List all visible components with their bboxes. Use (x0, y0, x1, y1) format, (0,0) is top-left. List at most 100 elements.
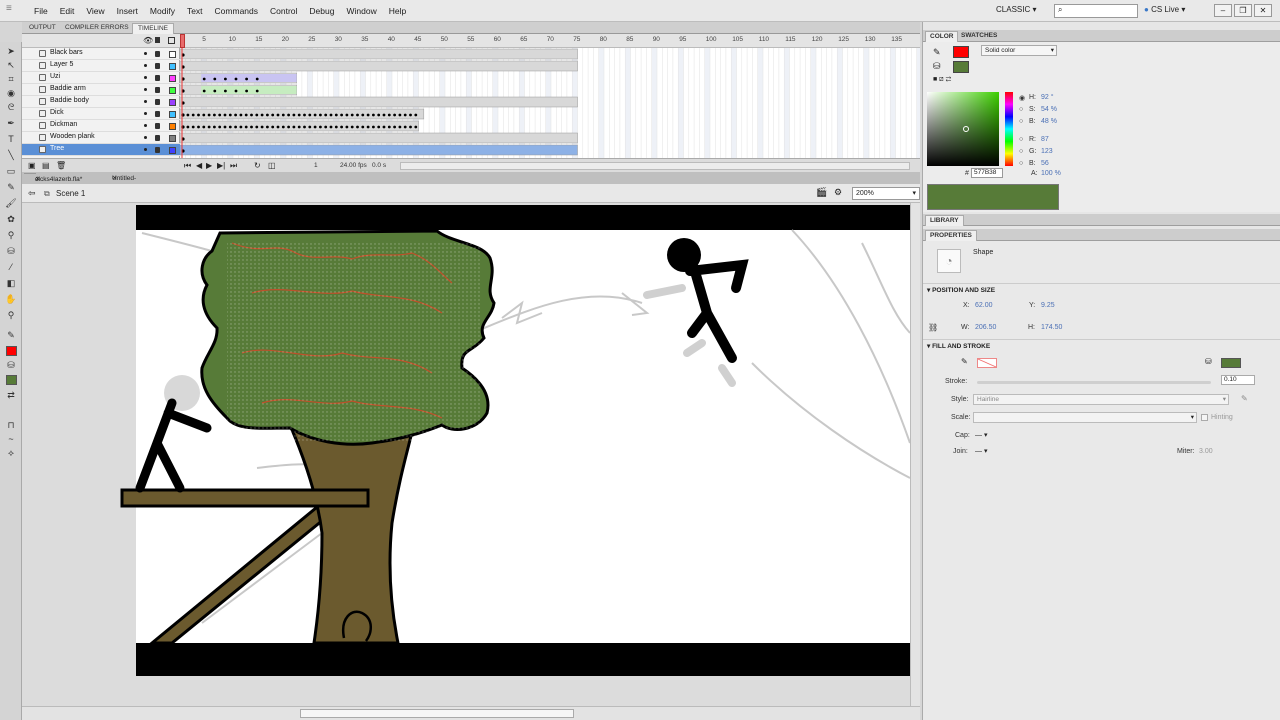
zoom-tool-icon[interactable]: ⚲ (5, 310, 17, 321)
play-icon[interactable]: ▶ (206, 161, 212, 170)
tab-timeline[interactable]: TIMELINE (132, 23, 174, 34)
bone-tool-icon[interactable]: ⚲ (5, 230, 17, 241)
back-arrow-icon[interactable]: ⇦ (28, 188, 36, 199)
stroke-slider[interactable] (977, 381, 1211, 384)
frame-ruler[interactable]: 1510152025303540455055606570758085909510… (180, 34, 920, 48)
cs-live-button[interactable]: ● CS Live ▾ (1144, 5, 1185, 14)
timeline-hscroll[interactable] (400, 162, 910, 170)
scale-select[interactable]: ▾ (973, 412, 1197, 423)
close-button[interactable]: ✕ (1254, 4, 1272, 17)
tab-compiler-errors[interactable]: COMPILER ERRORS (60, 23, 134, 33)
layer-row[interactable]: Baddie body (22, 96, 180, 108)
doc-tab-dicks4lazerb[interactable]: dicks4lazerb.fla* ✕ (24, 173, 82, 183)
loop-icon[interactable]: ↻ (254, 161, 261, 170)
menu-file[interactable]: File (28, 0, 54, 22)
swap-colors-icon[interactable]: ⇄ (5, 390, 17, 401)
stage-canvas[interactable] (22, 203, 920, 706)
height-value[interactable]: 174.50 (1041, 324, 1062, 331)
tab-properties[interactable]: PROPERTIES (925, 230, 977, 241)
outline-color-icon[interactable] (169, 111, 176, 118)
straighten-icon[interactable]: ⟡ (5, 448, 17, 459)
color-type-select[interactable]: Solid color ▾ (981, 45, 1057, 56)
tab-output[interactable]: OUTPUT (24, 23, 61, 33)
menu-text[interactable]: Text (181, 0, 209, 22)
x-value[interactable]: 62.00 (975, 302, 993, 309)
width-value[interactable]: 206.50 (975, 324, 996, 331)
fill-color-swatch[interactable] (6, 375, 17, 385)
fill-bucket-icon[interactable]: ⛁ (933, 61, 941, 72)
visibility-dot-icon[interactable] (144, 52, 147, 55)
layer-row[interactable]: Uzi (22, 72, 180, 84)
tab-swatches[interactable]: SWATCHES (957, 31, 1001, 41)
new-folder-icon[interactable]: ▤ (42, 161, 50, 170)
tab-color[interactable]: COLOR (925, 31, 959, 42)
layer-name[interactable]: Tree (50, 145, 64, 152)
lasso-tool-icon[interactable]: ᘓ (5, 102, 17, 113)
menu-help[interactable]: Help (383, 0, 412, 22)
menu-modify[interactable]: Modify (144, 0, 181, 22)
outline-color-icon[interactable] (169, 123, 176, 130)
workspace-switcher[interactable]: CLASSIC ▾ (996, 5, 1036, 14)
eraser-tool-icon[interactable]: ◧ (5, 278, 17, 289)
new-layer-icon[interactable]: ▣ (28, 161, 36, 170)
3d-rotation-tool-icon[interactable]: ◉ (5, 88, 17, 99)
stroke-input[interactable]: 0.10 (1221, 375, 1255, 385)
green-value[interactable]: 123 (1041, 148, 1053, 155)
lock-icon[interactable] (155, 99, 160, 105)
lock-icon[interactable] (155, 135, 160, 141)
menu-edit[interactable]: Edit (54, 0, 81, 22)
color-picker-cursor[interactable] (963, 126, 969, 132)
frame-grid[interactable] (179, 48, 923, 158)
menu-commands[interactable]: Commands (209, 0, 264, 22)
lock-icon[interactable] (155, 87, 160, 93)
outline-color-icon[interactable] (169, 75, 176, 82)
outline-color-icon[interactable] (169, 51, 176, 58)
hscroll-thumb[interactable] (300, 709, 574, 718)
join-select[interactable]: — ▾ (975, 447, 987, 455)
delete-layer-icon[interactable]: 🗑 (56, 161, 66, 170)
menu-view[interactable]: View (80, 0, 110, 22)
cap-select[interactable]: — ▾ (975, 431, 987, 439)
swap-default-icons[interactable]: ■ ⧄ ⇄ (933, 76, 951, 84)
visibility-dot-icon[interactable] (144, 112, 147, 115)
deco-tool-icon[interactable]: ✿ (5, 214, 17, 225)
layer-row[interactable]: Baddie arm (22, 84, 180, 96)
visibility-dot-icon[interactable] (144, 64, 147, 67)
text-tool-icon[interactable]: T (5, 134, 17, 145)
search-input[interactable]: ⌕ (1054, 4, 1138, 18)
alpha-value[interactable]: 100 % (1041, 170, 1061, 177)
miter-value[interactable]: 3.00 (1199, 448, 1213, 455)
layer-row[interactable]: Black bars (22, 48, 180, 60)
brush-tool-icon[interactable]: 🖌 (5, 198, 17, 209)
menu-window[interactable]: Window (340, 0, 382, 22)
hue-slider[interactable] (1005, 92, 1013, 166)
stroke-color-swatch[interactable] (977, 358, 997, 368)
menu-control[interactable]: Control (264, 0, 303, 22)
visibility-dot-icon[interactable] (144, 100, 147, 103)
layer-name[interactable]: Dick (50, 109, 64, 116)
free-transform-tool-icon[interactable]: ⌗ (5, 74, 17, 85)
outline-color-icon[interactable] (169, 147, 176, 154)
visibility-eye-icon[interactable]: 👁 (143, 36, 153, 45)
paint-bucket-tool-icon[interactable]: ⛁ (5, 246, 17, 257)
close-icon[interactable]: ✕ (107, 174, 122, 184)
layer-row[interactable]: Tree (22, 144, 180, 156)
layer-name[interactable]: Baddie arm (50, 85, 86, 92)
red-value[interactable]: 87 (1041, 136, 1049, 143)
blue-value[interactable]: 56 (1041, 160, 1049, 167)
subselection-tool-icon[interactable]: ↖ (5, 60, 17, 71)
line-tool-icon[interactable]: ╲ (5, 150, 17, 161)
visibility-dot-icon[interactable] (144, 136, 147, 139)
stroke-color-swatch[interactable] (6, 346, 17, 356)
layer-row[interactable]: Layer 5 (22, 60, 180, 72)
layer-row[interactable]: Wooden plank (22, 132, 180, 144)
layer-row[interactable]: Dick (22, 108, 180, 120)
lock-icon[interactable] (155, 75, 160, 81)
outline-color-icon[interactable] (169, 135, 176, 142)
fill-swatch[interactable] (953, 61, 969, 73)
minimize-button[interactable]: – (1214, 4, 1232, 17)
selection-tool-icon[interactable]: ➤ (5, 46, 17, 57)
stage-area[interactable] (22, 203, 920, 710)
stroke-swatch[interactable] (953, 46, 969, 58)
playhead[interactable] (180, 34, 185, 48)
